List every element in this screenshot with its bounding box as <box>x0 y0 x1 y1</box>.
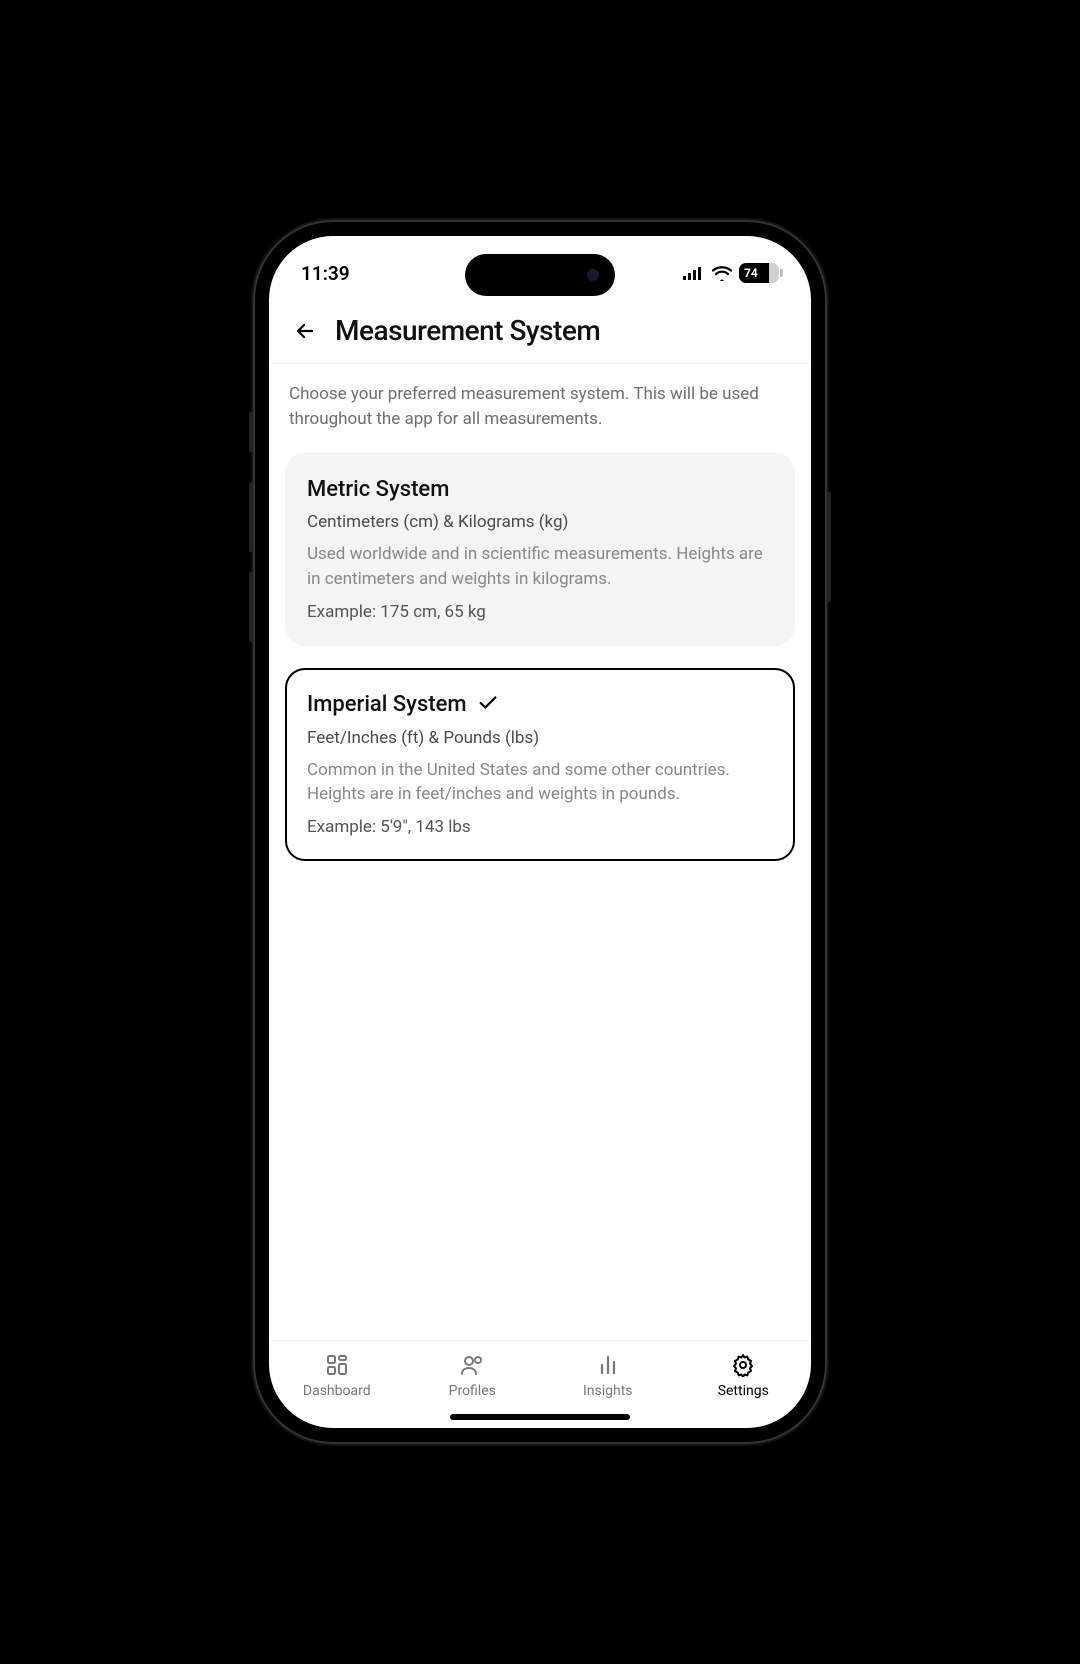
back-button[interactable] <box>291 317 319 345</box>
wifi-icon <box>712 266 732 281</box>
battery-icon: 74 <box>739 263 779 283</box>
option-example: Example: 175 cm, 65 kg <box>307 602 773 622</box>
screen: 11:39 <box>269 236 811 1428</box>
battery-percentage: 74 <box>739 266 758 280</box>
option-subtitle: Centimeters (cm) & Kilograms (kg) <box>307 512 773 532</box>
option-detail: Used worldwide and in scientific measure… <box>307 542 773 591</box>
insights-icon <box>594 1351 622 1379</box>
tab-label: Profiles <box>449 1383 496 1399</box>
tab-dashboard[interactable]: Dashboard <box>269 1351 405 1399</box>
tab-profiles[interactable]: Profiles <box>405 1351 541 1399</box>
tab-insights[interactable]: Insights <box>540 1351 676 1399</box>
tab-label: Insights <box>583 1383 633 1399</box>
profiles-icon <box>458 1351 486 1379</box>
page-header: Measurement System <box>269 296 811 364</box>
tab-label: Settings <box>718 1383 769 1399</box>
option-title: Imperial System <box>307 692 467 717</box>
option-subtitle: Feet/Inches (ft) & Pounds (lbs) <box>307 728 773 748</box>
tab-label: Dashboard <box>303 1383 371 1399</box>
cellular-icon <box>683 266 705 280</box>
option-metric-system[interactable]: Metric System Centimeters (cm) & Kilogra… <box>285 453 795 645</box>
arrow-left-icon <box>293 319 317 343</box>
option-imperial-system[interactable]: Imperial System Feet/Inches (ft) & Pound… <box>285 668 795 861</box>
option-title: Metric System <box>307 477 449 502</box>
phone-frame: 11:39 <box>255 222 825 1442</box>
dashboard-icon <box>323 1351 351 1379</box>
option-example: Example: 5'9", 143 lbs <box>307 817 773 837</box>
page-description: Choose your preferred measurement system… <box>285 382 795 431</box>
option-detail: Common in the United States and some oth… <box>307 758 773 807</box>
settings-icon <box>729 1351 757 1379</box>
page-title: Measurement System <box>335 314 600 347</box>
check-icon <box>477 692 499 718</box>
home-indicator[interactable] <box>450 1414 630 1420</box>
content-area: Choose your preferred measurement system… <box>269 364 811 1340</box>
tab-settings[interactable]: Settings <box>676 1351 812 1399</box>
status-time: 11:39 <box>301 262 350 285</box>
dynamic-island <box>465 254 615 296</box>
